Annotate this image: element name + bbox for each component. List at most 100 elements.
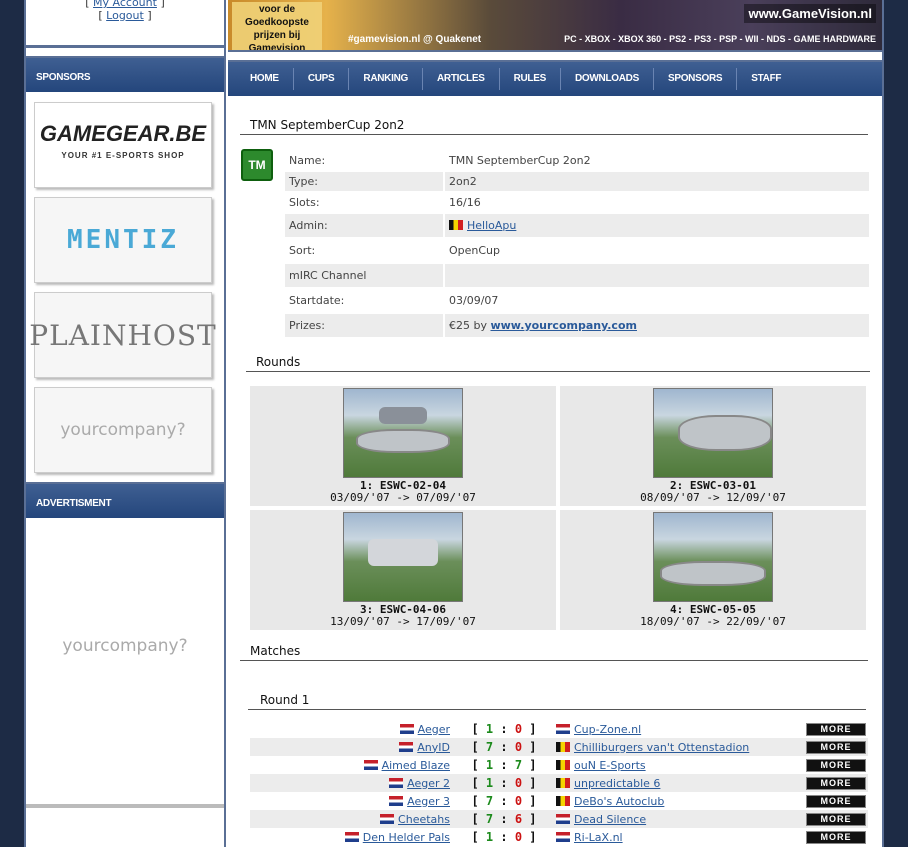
team1-cell: Cheetahs: [250, 810, 454, 828]
belgium-flag-icon: [556, 759, 570, 770]
team1-link[interactable]: Cheetahs: [398, 813, 450, 826]
nav-sponsors[interactable]: SPONSORS: [654, 68, 738, 90]
more-button[interactable]: MORE: [806, 813, 866, 826]
team2-link[interactable]: DeBo's Autoclub: [574, 795, 664, 808]
team1-cell: Aeger 2: [250, 774, 454, 792]
admin-link[interactable]: HelloApu: [467, 219, 516, 232]
netherlands-flag-icon: [380, 813, 395, 824]
more-button[interactable]: MORE: [806, 777, 866, 790]
nav-staff[interactable]: STAFF: [737, 68, 795, 90]
banner-site: www.GameVision.nl: [744, 4, 876, 23]
score-team1: 7: [485, 812, 494, 826]
matches-title: Matches: [240, 644, 868, 661]
gamegear-tagline: YOUR #1 E-SPORTS SHOP: [61, 151, 185, 160]
match-table: Aeger [ 1 : 0 ] Cup-Zone.nl MORE AnyID […: [250, 720, 868, 846]
top-banner[interactable]: voor de Goedkoopste prijzen bij Gamevisi…: [228, 0, 882, 52]
round-map-thumbnail[interactable]: [343, 512, 463, 602]
nav-rules[interactable]: RULES: [500, 68, 561, 90]
team1-link[interactable]: Aimed Blaze: [382, 759, 450, 772]
account-box: [ My Account ] [ Logout ]: [26, 0, 224, 48]
nav-downloads[interactable]: DOWNLOADS: [561, 68, 654, 90]
sponsor-yourcompany-banner[interactable]: yourcompany?: [34, 387, 212, 473]
team2-cell: DeBo's Autoclub: [554, 792, 762, 810]
team2-cell: Cup-Zone.nl: [554, 720, 762, 738]
team1-cell: Aimed Blaze: [250, 756, 454, 774]
yourcompany-logo: yourcompany?: [60, 420, 186, 440]
belgium-flag-icon: [556, 795, 570, 806]
cup-info-table: Name: TMN SeptemberCup 2on2 Type: 2on2 S…: [285, 149, 869, 339]
score-cell: [ 1 : 0 ]: [471, 722, 537, 736]
advertisment-area[interactable]: yourcompany?: [26, 518, 224, 808]
team2-link[interactable]: Ri-LaX.nl: [574, 831, 623, 844]
info-value-prizes: €25 by www.yourcompany.com: [443, 314, 869, 337]
more-button[interactable]: MORE: [806, 723, 866, 736]
more-button[interactable]: MORE: [806, 759, 866, 772]
main-nav: HOME CUPS RANKING ARTICLES RULES DOWNLOA…: [228, 60, 882, 96]
team1-link[interactable]: Den Helder Pals: [363, 831, 450, 844]
score-team1: 1: [485, 722, 494, 736]
round-card[interactable]: 1: ESWC-02-04 03/09/'07 -> 07/09/'07: [250, 386, 556, 506]
netherlands-flag-icon: [556, 813, 570, 824]
sponsor-plainhost-banner[interactable]: PLAINHOST: [29, 292, 216, 378]
score-team1: 1: [485, 830, 494, 844]
info-value: 16/16: [443, 193, 869, 212]
prize-sponsor-link[interactable]: www.yourcompany.com: [490, 319, 637, 332]
more-cell: MORE: [762, 720, 868, 738]
round-card[interactable]: 3: ESWC-04-06 13/09/'07 -> 17/09/'07: [250, 510, 556, 630]
ad-yourcompany-text: yourcompany?: [62, 636, 188, 656]
banner-irc: #gamevision.nl @ Quakenet: [348, 34, 482, 45]
team1-link[interactable]: Aeger 3: [407, 795, 450, 808]
round-map-thumbnail[interactable]: [653, 512, 773, 602]
round-map-thumbnail[interactable]: [343, 388, 463, 478]
more-button[interactable]: MORE: [806, 741, 866, 754]
team1-link[interactable]: Aeger: [418, 723, 450, 736]
info-value: TMN SeptemberCup 2on2: [443, 151, 869, 170]
score-cell: [ 1 : 0 ]: [454, 774, 554, 792]
my-account-link[interactable]: My Account: [93, 0, 157, 9]
banner-platforms: PC - XBOX - XBOX 360 - PS2 - PS3 - PSP -…: [564, 34, 876, 44]
info-key: Sort:: [285, 239, 443, 262]
plainhost-logo: PLAINHOST: [29, 318, 217, 352]
score-team2: 7: [514, 758, 523, 772]
team2-link[interactable]: Dead Silence: [574, 813, 646, 826]
score-team1: 1: [485, 776, 494, 790]
info-key: Startdate:: [285, 289, 443, 312]
nav-cups[interactable]: CUPS: [294, 68, 350, 90]
nav-home[interactable]: HOME: [236, 68, 294, 90]
team1-cell: Den Helder Pals: [250, 828, 454, 846]
netherlands-flag-icon: [344, 831, 359, 842]
team2-link[interactable]: Cup-Zone.nl: [574, 723, 641, 736]
sidebar: [ My Account ] [ Logout ] SPONSORS GAMEG…: [26, 0, 226, 847]
more-button[interactable]: MORE: [806, 831, 866, 844]
team1-cell: Aeger: [250, 720, 454, 738]
more-cell: MORE: [762, 810, 868, 828]
more-button[interactable]: MORE: [806, 795, 866, 808]
sponsor-gamegear-banner[interactable]: GAMEGEAR.BE YOUR #1 E-SPORTS SHOP: [34, 102, 212, 188]
round-card[interactable]: 2: ESWC-03-01 08/09/'07 -> 12/09/'07: [560, 386, 866, 506]
logout-link[interactable]: Logout: [106, 9, 144, 22]
cup-title: TMN SeptemberCup 2on2: [240, 118, 868, 135]
nav-articles[interactable]: ARTICLES: [423, 68, 500, 90]
team2-cell: Dead Silence: [554, 810, 762, 828]
match-row: Aeger 3 [ 7 : 0 ] DeBo's Autoclub MORE: [250, 792, 868, 810]
gamegear-logo: GAMEGEAR.BE YOUR #1 E-SPORTS SHOP: [40, 123, 206, 166]
score-team2: 0: [514, 830, 523, 844]
more-cell: MORE: [762, 792, 868, 810]
team2-cell: Chilliburgers van't Ottenstadion: [554, 738, 762, 756]
sponsor-list: GAMEGEAR.BE YOUR #1 E-SPORTS SHOP MENTIZ…: [26, 92, 224, 473]
sponsor-mentiz-banner[interactable]: MENTIZ: [34, 197, 212, 283]
team2-cell: ouN E-Sports: [554, 756, 762, 774]
team2-link[interactable]: ouN E-Sports: [574, 759, 646, 772]
team2-link[interactable]: unpredictable 6: [574, 777, 660, 790]
team1-link[interactable]: Aeger 2: [407, 777, 450, 790]
score-cell: [ 7 : 6 ]: [454, 810, 554, 828]
round-map-thumbnail[interactable]: [653, 388, 773, 478]
team2-link[interactable]: Chilliburgers van't Ottenstadion: [574, 741, 749, 754]
nav-ranking[interactable]: RANKING: [349, 68, 423, 90]
score-cell: [ 7 : 0 ]: [471, 794, 537, 808]
netherlands-flag-icon: [363, 759, 378, 770]
sponsors-header: SPONSORS: [26, 56, 224, 92]
round-card[interactable]: 4: ESWC-05-05 18/09/'07 -> 22/09/'07: [560, 510, 866, 630]
score-team1: 7: [485, 740, 494, 754]
team1-link[interactable]: AnyID: [417, 741, 450, 754]
